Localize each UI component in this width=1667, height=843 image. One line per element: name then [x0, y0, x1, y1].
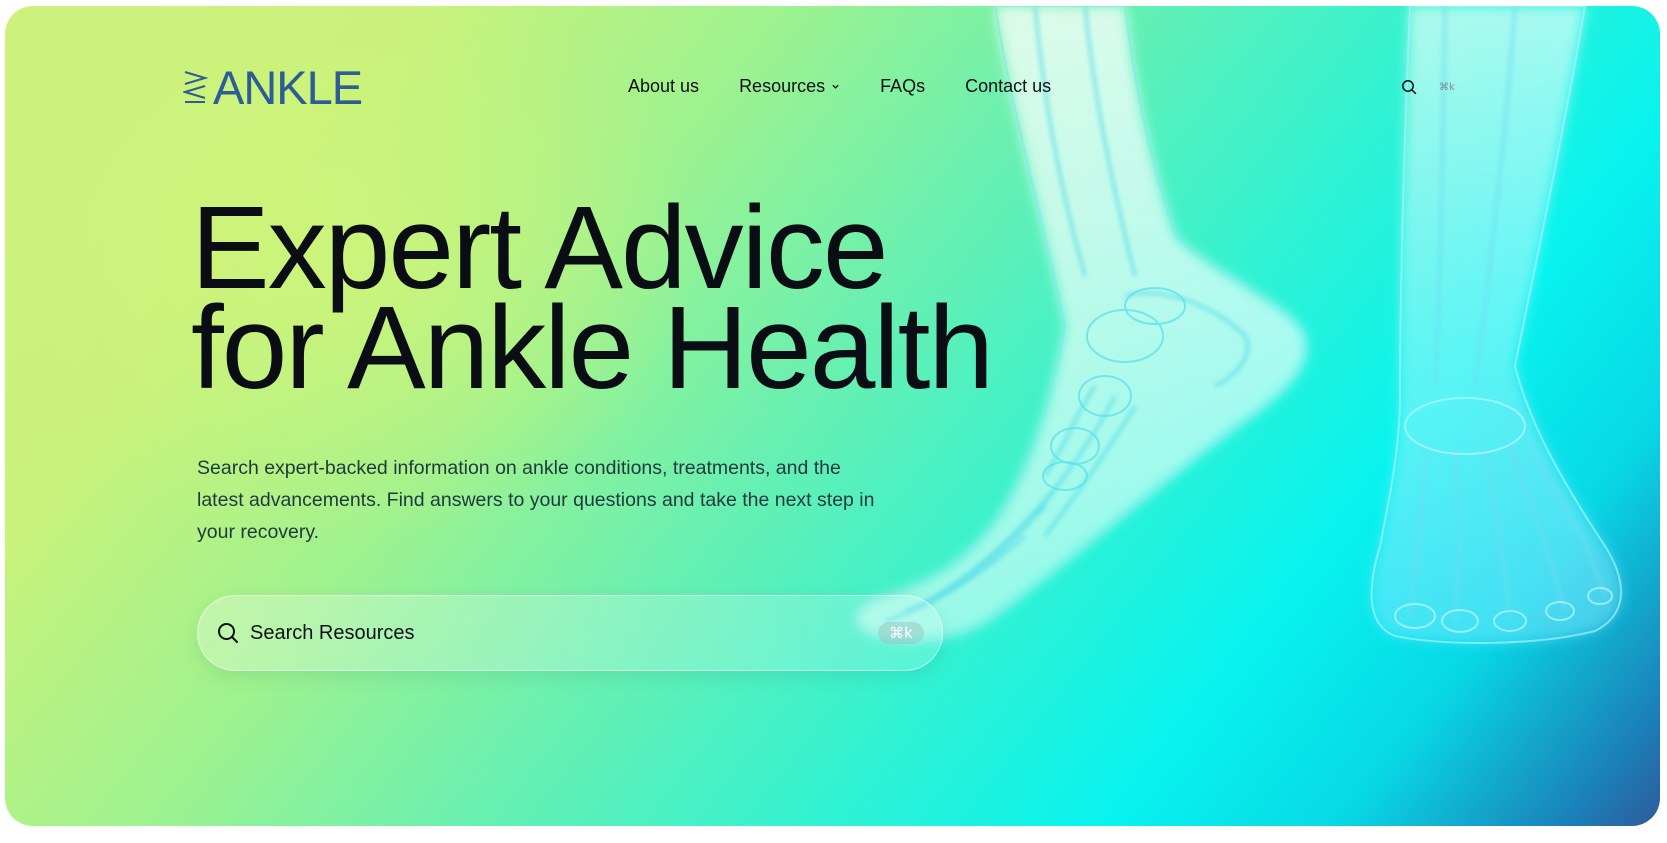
nav-item-contact-us[interactable]: Contact us [965, 76, 1051, 97]
hero-title: Expert Advice for Ankle Health [191, 189, 994, 414]
logo-mark-icon [183, 70, 209, 103]
hero-subtitle: Search expert-backed information on ankl… [197, 457, 875, 543]
x-ray-feet-illustration [855, 6, 1622, 644]
logo-text: ANKLE [213, 61, 363, 114]
search-placeholder: Search Resources [250, 621, 415, 644]
hero-title-line-2: for Ankle Health [191, 282, 994, 414]
hero-section: ANKLE About us Resources FAQs Contact us… [5, 6, 1660, 826]
nav-item-label: FAQs [880, 76, 926, 96]
brand-logo[interactable]: ANKLE [183, 61, 363, 114]
chevron-down-icon [832, 84, 839, 89]
resource-search-input[interactable]: Search Resources ⌘k [197, 595, 943, 671]
nav-item-label: Resources [739, 76, 826, 96]
nav-item-label: Contact us [965, 76, 1052, 96]
right-leg-xray [1370, 6, 1622, 644]
header-search-button[interactable]: ⌘k [1401, 79, 1455, 95]
nav-item-about-us[interactable]: About us [628, 76, 699, 97]
search-icon [218, 623, 238, 643]
search-shortcut-hint: ⌘k [1439, 81, 1455, 93]
nav-item-faqs[interactable]: FAQs [880, 76, 925, 97]
search-shortcut-badge: ⌘k [878, 622, 924, 644]
nav-item-resources[interactable]: Resources [739, 76, 840, 97]
search-icon [1402, 80, 1417, 95]
main-nav: About us Resources FAQs Contact us [628, 76, 1051, 97]
nav-item-label: About us [628, 76, 700, 96]
